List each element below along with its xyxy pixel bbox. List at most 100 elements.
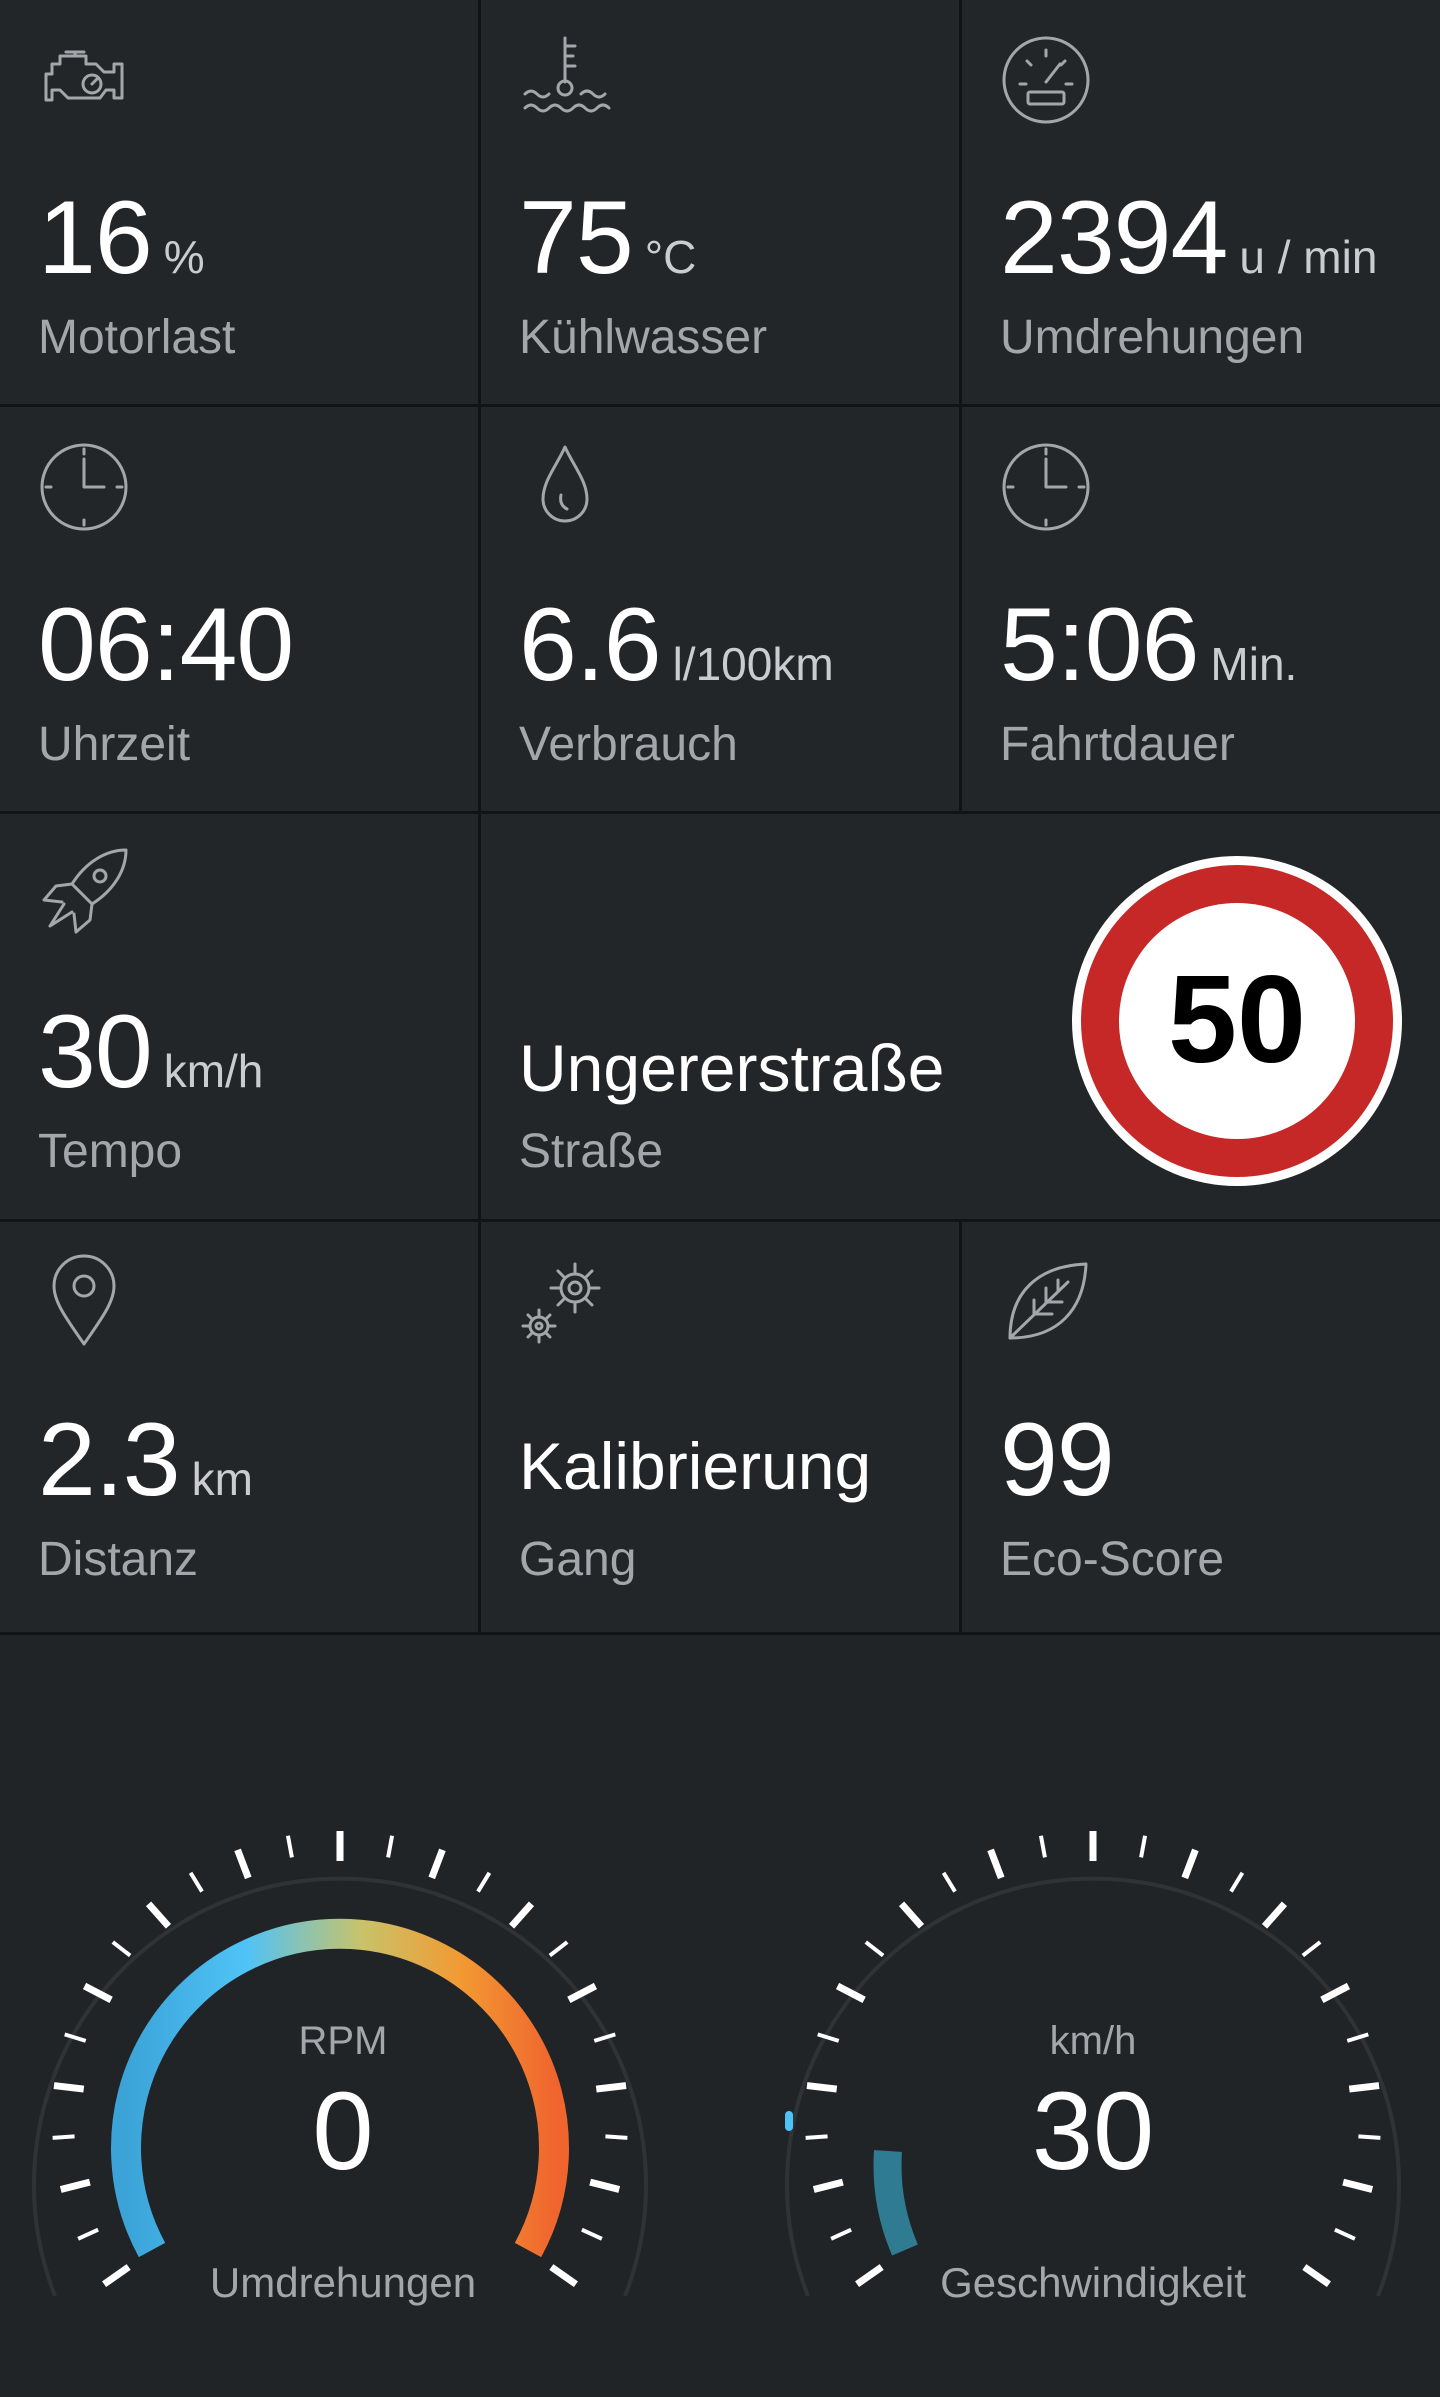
consumption-unit: l/100km — [672, 638, 834, 690]
gauge-tick — [285, 1835, 294, 1858]
leaf-icon — [998, 1252, 1094, 1348]
speed-gauge: km/h 30 Geschwindigkeit — [785, 1831, 1401, 2306]
gauge-tick — [1334, 2227, 1356, 2241]
speed-unit: km/h — [163, 1045, 264, 1097]
street-value: Ungererstraße — [519, 1031, 945, 1105]
eco-label: Eco-Score — [1000, 1533, 1225, 1586]
divider — [0, 404, 1440, 407]
gauge-tick — [1302, 2264, 1331, 2288]
gauge-tick — [64, 2032, 87, 2043]
gauge-tick — [593, 2032, 616, 2043]
rpm-gauge: RPM 0 Umdrehungen — [32, 1831, 648, 2306]
divider — [959, 0, 962, 811]
map-pin-icon — [36, 1252, 132, 1348]
gauge-tick — [234, 1848, 252, 1880]
gauges-svg: RPM 0 Umdrehungen km/h 30 Geschwindigkei… — [32, 1831, 1401, 2306]
street-label: Straße — [519, 1125, 664, 1178]
tile-consumption[interactable]: 6.6 l/100km Verbrauch — [481, 407, 959, 811]
gauge-tick — [864, 1940, 885, 1958]
tile-trip-time[interactable]: 5:06 Min. Fahrtdauer — [962, 407, 1440, 811]
engine-load-unit: % — [163, 231, 205, 283]
drop-icon — [517, 437, 613, 533]
tile-distance[interactable]: 2.3 km Distanz — [0, 1222, 478, 1632]
thermometer-water-icon — [517, 30, 613, 126]
gauge-tick — [188, 1871, 204, 1893]
engine-icon — [36, 30, 132, 126]
rpm-label: Umdrehungen — [1000, 311, 1305, 364]
gear-label: Gang — [519, 1533, 637, 1586]
eco-value: 99 — [1000, 1402, 1115, 1518]
gauge-tick — [941, 1871, 957, 1893]
speed-value: 30 km/h — [38, 994, 264, 1110]
speed-gauge-arc — [873, 2150, 918, 2256]
speed-gauge-value: 30 — [1032, 2070, 1154, 2193]
gauge-tick — [52, 2134, 75, 2140]
gauge-tick — [1348, 2082, 1380, 2093]
gauge-tick — [817, 2032, 840, 2043]
gauge-tick — [476, 1871, 492, 1893]
gauge-tick — [53, 2082, 85, 2093]
consumption-value: 6.6 l/100km — [519, 587, 834, 703]
dashboard-grid: 16% Motorlast 75 °C Kühlwasser 2394 u / mi… — [0, 0, 1440, 1635]
divider — [0, 811, 1440, 814]
distance-unit: km — [191, 1453, 253, 1505]
distance-label: Distanz — [38, 1533, 199, 1586]
rpm-value: 2394 u / min — [1000, 180, 1378, 296]
gauge-tick — [1261, 1901, 1288, 1929]
clock-label: Uhrzeit — [38, 718, 191, 771]
gauge-tick — [1301, 1940, 1322, 1958]
gauge-tick — [102, 2264, 131, 2288]
engine-load-value: 16% — [38, 180, 205, 296]
gauge-tick — [805, 2134, 828, 2140]
gauge-tick — [77, 2227, 99, 2241]
tile-gear[interactable]: Kalibrierung Gang — [481, 1222, 959, 1632]
divider — [0, 1219, 1440, 1222]
divider — [959, 1219, 962, 1634]
gauge-tick — [987, 1848, 1005, 1880]
gauge-tick — [1229, 1871, 1245, 1893]
gear-value: Kalibrierung — [519, 1429, 872, 1503]
gears-icon — [517, 1252, 613, 1348]
gauge-tick — [508, 1901, 535, 1929]
gauge-tick — [1346, 2032, 1369, 2043]
rpm-gauge-value: 0 — [312, 2070, 373, 2193]
gauge-tick — [812, 2178, 844, 2193]
rocket-icon — [36, 844, 132, 940]
gauge-tick — [1181, 1848, 1199, 1880]
gauge-tick — [59, 2178, 91, 2193]
speedometer-icon — [998, 30, 1094, 126]
tile-clock[interactable]: 06:40 Uhrzeit — [0, 407, 478, 811]
coolant-value: 75 °C — [519, 180, 697, 296]
trip-time-label: Fahrtdauer — [1000, 718, 1235, 771]
gauge-tick — [549, 2264, 578, 2288]
gauge-panel: RPM 0 Umdrehungen km/h 30 Geschwindigkei… — [0, 1634, 1440, 2397]
coolant-label: Kühlwasser — [519, 311, 768, 364]
tile-coolant[interactable]: 75 °C Kühlwasser — [481, 0, 959, 404]
tile-rpm[interactable]: 2394 u / min Umdrehungen — [962, 0, 1440, 404]
speed-gauge-caption: Geschwindigkeit — [940, 2259, 1246, 2306]
gauge-tick — [428, 1848, 446, 1880]
clock-value: 06:40 — [38, 587, 294, 703]
gauge-tick — [548, 1940, 569, 1958]
speed-limit-value: 50 — [1168, 951, 1306, 1089]
rpm-gauge-caption: Umdrehungen — [210, 2259, 476, 2306]
coolant-unit: °C — [644, 231, 697, 283]
gauge-tick — [1342, 2178, 1374, 2193]
gauge-tick — [111, 1940, 132, 1958]
clock-icon — [36, 437, 132, 533]
rpm-gauge-title: RPM — [299, 2019, 388, 2063]
gauge-tick — [145, 1901, 172, 1929]
gauge-tick — [386, 1835, 395, 1858]
gauge-tick — [855, 2264, 884, 2288]
rpm-unit: u / min — [1239, 231, 1378, 283]
distance-value: 2.3 km — [38, 1402, 253, 1518]
speed-label: Tempo — [38, 1125, 183, 1178]
speed-gauge-marker — [785, 2111, 793, 2131]
tile-eco[interactable]: 99 Eco-Score — [962, 1222, 1440, 1632]
gauge-tick — [1358, 2134, 1381, 2140]
tile-engine-load[interactable]: 16% Motorlast — [0, 0, 478, 404]
gauge-tick — [1139, 1835, 1148, 1858]
gauge-tick — [581, 2227, 603, 2241]
tile-speed[interactable]: 30 km/h Tempo — [0, 814, 478, 1219]
divider — [478, 0, 481, 1634]
